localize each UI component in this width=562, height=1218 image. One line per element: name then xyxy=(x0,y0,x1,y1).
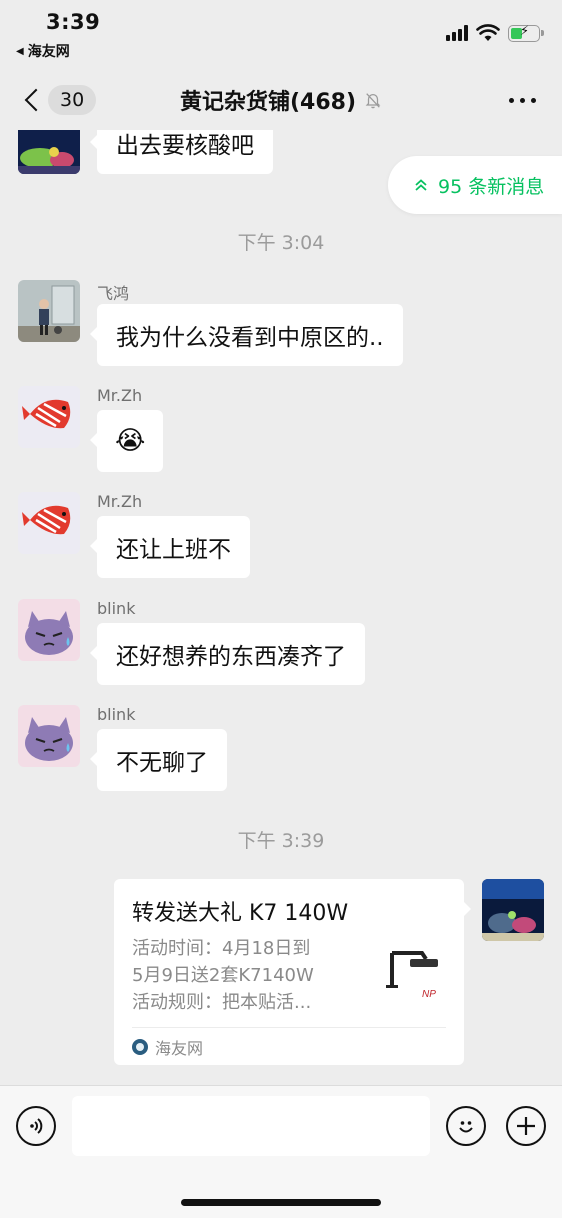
cartoon-cat-avatar[interactable] xyxy=(18,599,80,661)
sender-name: Mr.Zh xyxy=(97,386,143,405)
message-item: Mr.Zh 😭 xyxy=(18,386,164,472)
plus-button[interactable] xyxy=(506,1106,546,1146)
source-logo-icon xyxy=(132,1038,148,1055)
message-item: 飞鸿 我为什么没看到中原区的.. xyxy=(18,280,403,366)
link-card-description: 活动时间：4月18日到 5月9日送2套K7140W 活动规则：把本贴活... xyxy=(132,938,314,1013)
emoji-icon xyxy=(459,1121,473,1133)
sender-name: Mr.Zh xyxy=(97,492,143,511)
home-indicator[interactable] xyxy=(181,1199,381,1206)
timestamp: 下午 3:04 xyxy=(237,232,325,254)
outgoing-message: 转发送大礼 K7 140W 活动时间：4月18日到 5月9日送2套K7140W … xyxy=(114,879,544,1065)
sender-name: blink xyxy=(97,705,136,724)
input-bar xyxy=(0,1085,562,1218)
sender-name: blink xyxy=(97,599,136,618)
message-bubble[interactable]: 出去要核酸吧 xyxy=(90,130,273,174)
emoji-button[interactable] xyxy=(446,1106,486,1146)
timestamp: 下午 3:39 xyxy=(237,830,325,852)
message-input[interactable] xyxy=(72,1096,430,1156)
link-card-title: 转发送大礼 K7 140W xyxy=(132,901,349,926)
more-dots-icon[interactable] xyxy=(509,98,536,103)
emoji-message-bubble[interactable]: 😭 xyxy=(89,410,164,472)
link-card-source: 海友网 xyxy=(155,1038,204,1058)
back-triangle-icon: ◀ xyxy=(16,45,24,57)
child-photo-avatar[interactable] xyxy=(18,280,80,342)
status-bar: 3:39 ◀ 海友网 ⚡ xyxy=(0,0,562,70)
voice-button[interactable] xyxy=(16,1106,56,1146)
chat-header: 30 黄记杂货铺(468) xyxy=(0,70,562,130)
message-bubble[interactable]: 我为什么没看到中原区的.. xyxy=(90,304,403,366)
chat-title: 黄记杂货铺(468) xyxy=(0,84,562,116)
message-bubble[interactable]: 不无聊了 xyxy=(90,729,227,791)
mute-bell-icon xyxy=(365,93,381,109)
back-to-app-link[interactable]: ◀ 海友网 xyxy=(16,41,70,61)
crying-emoji: 😭 xyxy=(115,426,146,456)
double-chevron-up-icon xyxy=(415,179,427,191)
cartoon-cat-avatar[interactable] xyxy=(18,705,80,767)
new-messages-button[interactable]: 95 条新消息 xyxy=(388,156,562,214)
my-aquarium-avatar[interactable] xyxy=(482,879,544,941)
message-item: Mr.Zh 还让上班不 xyxy=(18,492,250,578)
message-item: blink 还好想养的东西凑齐了 xyxy=(18,599,365,685)
fish-avatar[interactable] xyxy=(18,492,80,554)
aquarium-avatar[interactable] xyxy=(18,130,80,174)
message-bubble[interactable]: 还让上班不 xyxy=(90,516,250,578)
battery-charging-icon: ⚡ xyxy=(508,24,544,42)
voice-icon xyxy=(30,1118,43,1134)
svg-text:NP: NP xyxy=(422,989,436,1000)
new-messages-label: 95 条新消息 xyxy=(438,175,545,198)
message-list[interactable]: 出去要核酸吧 95 条新消息 下午 3:04 飞鸿 我为什么没看到中原区的.. … xyxy=(0,130,562,1085)
message-item: blink 不无聊了 xyxy=(18,705,227,791)
fish-avatar[interactable] xyxy=(18,386,80,448)
link-card-footer: 海友网 xyxy=(132,1027,446,1065)
back-app-label: 海友网 xyxy=(27,44,70,60)
message-item: 出去要核酸吧 xyxy=(18,130,273,174)
cellular-signal-icon xyxy=(446,25,468,41)
link-card[interactable]: 转发送大礼 K7 140W 活动时间：4月18日到 5月9日送2套K7140W … xyxy=(114,879,471,1065)
product-thumbnail: NP xyxy=(382,941,446,1005)
sender-name: 飞鸿 xyxy=(97,284,130,303)
plus-icon xyxy=(517,1117,535,1135)
group-name: 黄记杂货铺(468) xyxy=(179,90,357,115)
status-icons: ⚡ xyxy=(446,24,544,42)
status-time: 3:39 xyxy=(46,10,101,34)
wifi-icon xyxy=(476,24,500,41)
message-bubble[interactable]: 还好想养的东西凑齐了 xyxy=(90,623,365,685)
